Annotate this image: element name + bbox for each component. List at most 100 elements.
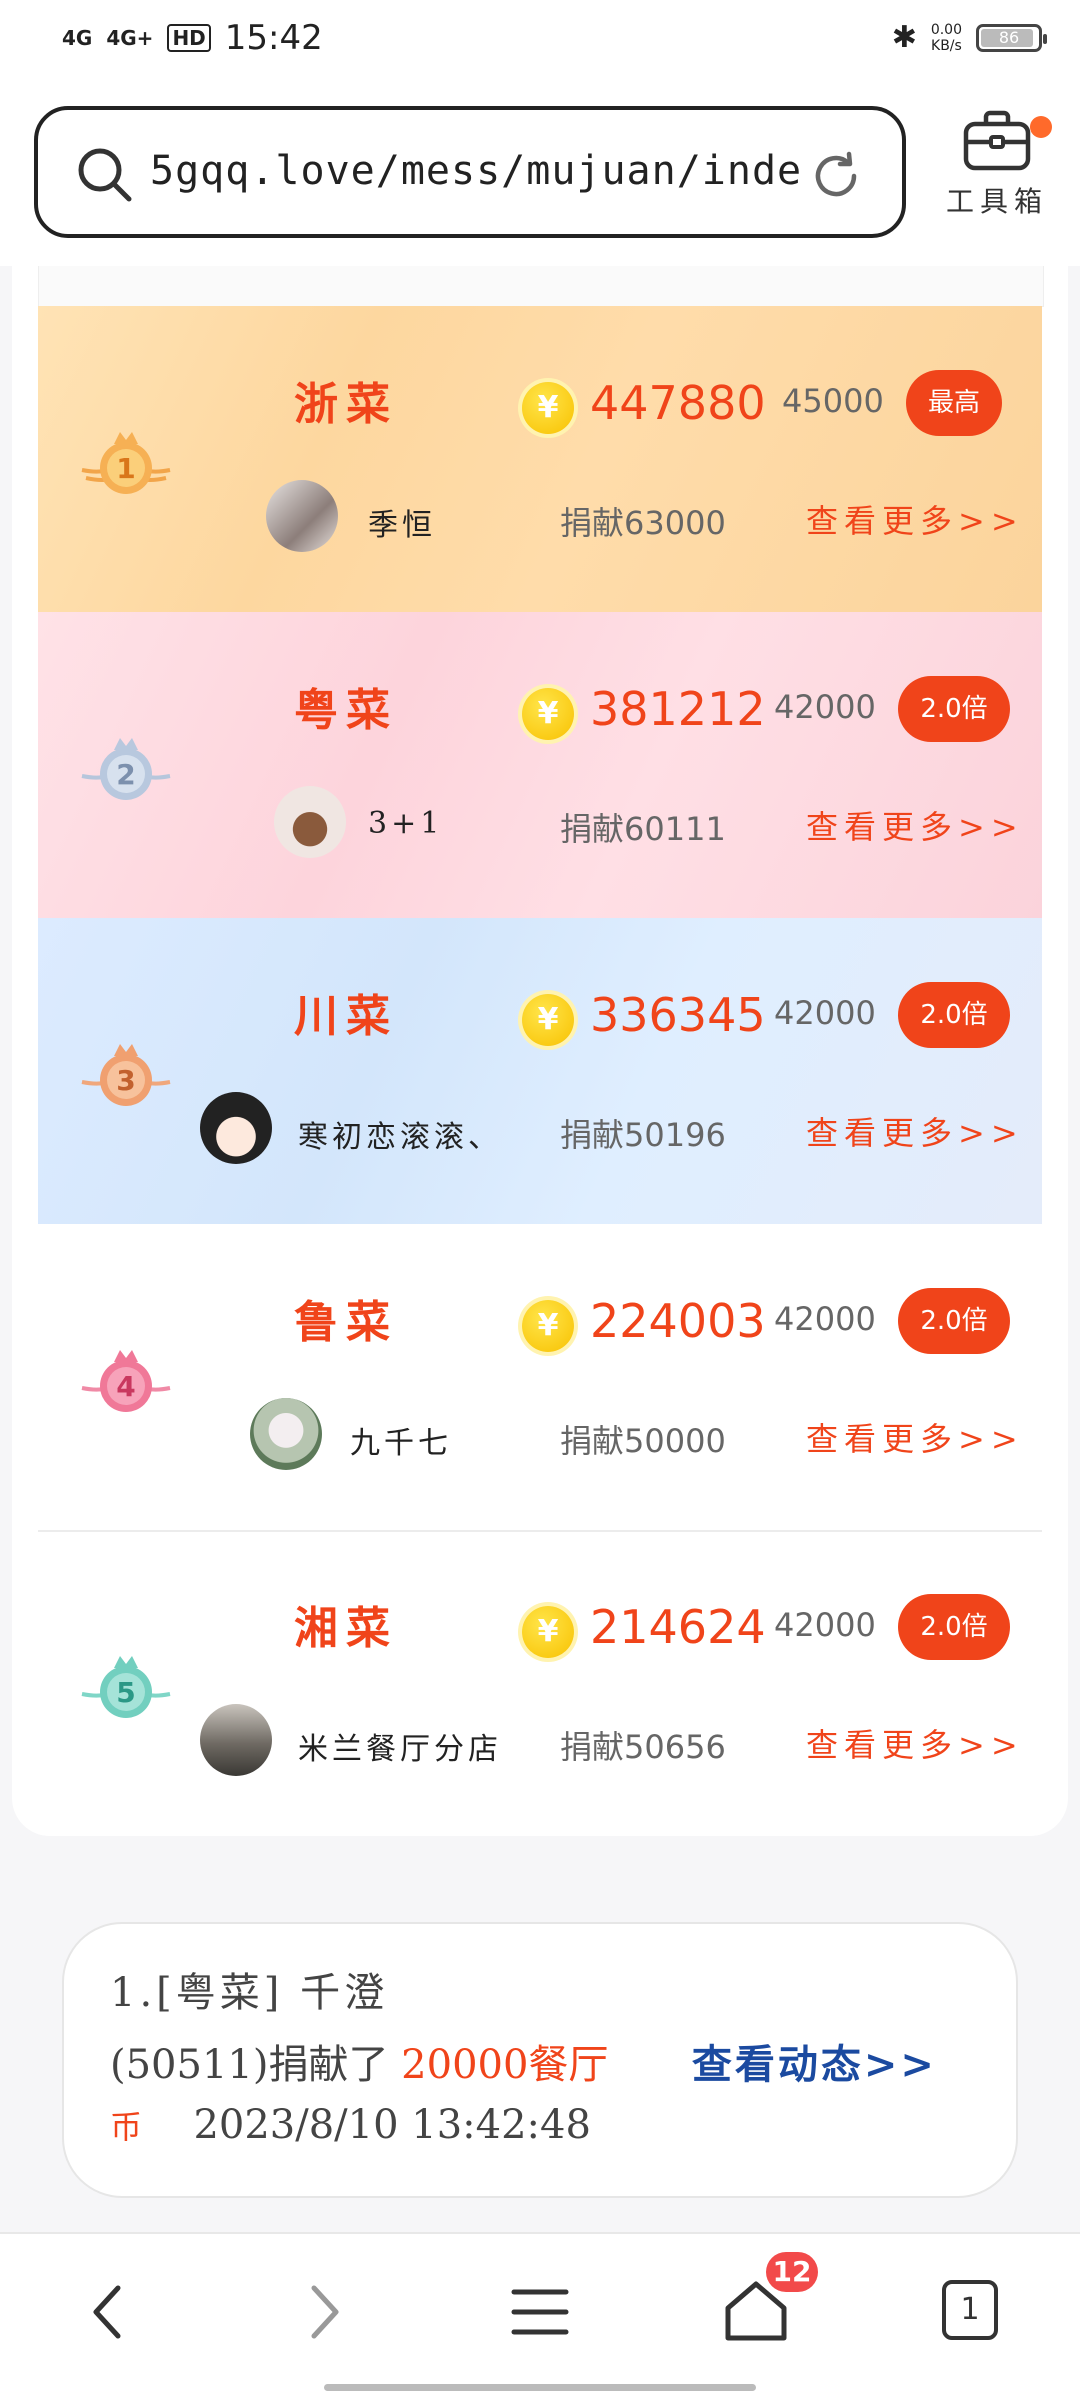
- avatar[interactable]: [274, 786, 346, 858]
- donor-name: 季恒: [368, 508, 436, 543]
- donor-name: 九千七: [350, 1426, 452, 1461]
- score: 381212: [590, 682, 766, 736]
- score: 336345: [590, 988, 766, 1042]
- row-divider: [38, 1530, 1042, 1532]
- view-more-link[interactable]: 查看更多>>: [806, 1720, 1024, 1766]
- rank-row-5: 5 湘菜 ¥ 214624 42000 2.0倍 米兰餐厅分店 捐献50656 …: [38, 1530, 1042, 1836]
- cuisine-name: 鲁菜: [294, 1297, 398, 1348]
- donor-name: 米兰餐厅分店: [298, 1732, 502, 1767]
- toolbox-icon: [963, 110, 1031, 171]
- search-icon: [78, 148, 132, 202]
- svg-text:3: 3: [116, 1064, 135, 1097]
- notification-dot: [1030, 116, 1052, 138]
- avatar[interactable]: [250, 1398, 322, 1470]
- status-badge: 最高: [906, 370, 1002, 436]
- donation-amount: 捐献50000: [560, 1422, 726, 1460]
- browser-toolbar: 5gqq.love/mess/mujuan/inde… 工具箱: [0, 80, 1080, 266]
- coin-icon: ¥: [522, 1606, 574, 1658]
- coin-icon: ¥: [522, 382, 574, 434]
- view-more-link[interactable]: 查看更多>>: [806, 802, 1024, 848]
- avatar[interactable]: [266, 480, 338, 552]
- multiplier-badge: 2.0倍: [898, 982, 1010, 1048]
- coin-icon: ¥: [522, 688, 574, 740]
- view-more-link[interactable]: 查看更多>>: [806, 496, 1024, 542]
- donation-amount: 捐献60111: [560, 810, 726, 848]
- clock: 15:42: [224, 18, 323, 58]
- bluetooth-icon: ✱: [891, 20, 917, 55]
- signal-4g-plus-icon: 4G+: [106, 26, 154, 50]
- network-speed: 0.00 KB/s: [931, 22, 962, 54]
- bottom-navigation: 12 1: [0, 2232, 1080, 2402]
- bid-amount: 45000: [782, 382, 884, 420]
- view-more-link[interactable]: 查看更多>>: [806, 1108, 1024, 1154]
- coin-icon: ¥: [522, 994, 574, 1046]
- svg-text:5: 5: [116, 1676, 135, 1709]
- bid-amount: 42000: [774, 994, 876, 1032]
- cuisine-name: 川菜: [294, 991, 398, 1042]
- rank-row-4: 4 鲁菜 ¥ 224003 42000 2.0倍 九千七 捐献50000 查看更…: [38, 1224, 1042, 1530]
- bid-amount: 42000: [774, 688, 876, 726]
- url-text[interactable]: 5gqq.love/mess/mujuan/inde…: [150, 148, 800, 194]
- medal-4-icon: 4: [81, 1350, 171, 1412]
- toolbox-label: 工具箱: [945, 185, 1048, 218]
- toolbox-button[interactable]: 工具箱: [932, 108, 1062, 238]
- donation-amount: 捐献63000: [560, 504, 726, 542]
- multiplier-badge: 2.0倍: [898, 1594, 1010, 1660]
- medal-5-icon: 5: [81, 1656, 171, 1718]
- speed-unit: KB/s: [931, 37, 962, 54]
- rank-row-3: 3 川菜 ¥ 336345 42000 2.0倍 寒初恋滚滚、 捐献50196 …: [38, 918, 1042, 1224]
- rank-row-1: 1 浙菜 ¥ 447880 45000 最高 季恒 捐献63000 查看更多>>: [38, 306, 1042, 612]
- speed-value: 0.00: [930, 21, 962, 38]
- activity-detail: (50511)捐献了 20000餐厅 查看动态>>: [110, 2032, 937, 2090]
- view-activity-link[interactable]: 查看动态>>: [692, 2041, 937, 2088]
- ranking-header-strip: [38, 266, 1044, 307]
- score: 224003: [590, 1294, 766, 1348]
- hd-voice-icon: HD: [167, 24, 211, 52]
- multiplier-badge: 2.0倍: [898, 676, 1010, 742]
- address-bar[interactable]: 5gqq.love/mess/mujuan/inde…: [34, 106, 906, 238]
- view-more-link[interactable]: 查看更多>>: [806, 1414, 1024, 1460]
- medal-2-icon: 2: [81, 738, 171, 800]
- menu-icon[interactable]: [500, 2272, 580, 2352]
- tabs-button[interactable]: 1: [932, 2272, 1012, 2352]
- coin-icon: ¥: [522, 1300, 574, 1352]
- cuisine-name: 湘菜: [294, 1603, 398, 1654]
- activity-amount: 20000餐厅: [401, 2042, 609, 2088]
- avatar[interactable]: [200, 1092, 272, 1164]
- back-icon[interactable]: [68, 2272, 148, 2352]
- donation-amount: 捐献50196: [560, 1116, 726, 1154]
- status-right: ✱ 0.00 KB/s 86: [891, 20, 1047, 55]
- donor-name: 寒初恋滚滚、: [298, 1120, 502, 1155]
- tab-count: 1: [942, 2280, 998, 2340]
- status-bar: 4G 4G+ HD 15:42 ✱ 0.00 KB/s 86: [0, 0, 1080, 80]
- multiplier-badge: 2.0倍: [898, 1288, 1010, 1354]
- medal-3-icon: 3: [81, 1044, 171, 1106]
- activity-timestamp: 2023/8/10 13:42:48: [193, 2102, 591, 2148]
- bid-amount: 42000: [774, 1300, 876, 1338]
- forward-icon[interactable]: [284, 2272, 364, 2352]
- battery-icon: 86: [976, 23, 1047, 52]
- bid-amount: 42000: [774, 1606, 876, 1644]
- home-indicator[interactable]: [324, 2384, 756, 2391]
- activity-donor-id: (50511)捐献了: [110, 2042, 402, 2088]
- donor-name: 3+1: [368, 806, 444, 841]
- avatar[interactable]: [200, 1704, 272, 1776]
- signal-4g-icon: 4G: [62, 26, 93, 50]
- activity-time-line: 币 2023/8/10 13:42:48: [110, 2102, 591, 2148]
- rank-row-2: 2 粤菜 ¥ 381212 42000 2.0倍 3+1 捐献60111 查看更…: [38, 612, 1042, 918]
- donation-amount: 捐献50656: [560, 1728, 726, 1766]
- svg-text:4: 4: [116, 1370, 135, 1403]
- medal-1-icon: 1: [81, 432, 171, 494]
- score: 447880: [590, 376, 766, 430]
- tabs-count-badge: 12: [766, 2252, 818, 2292]
- svg-text:1: 1: [116, 452, 135, 485]
- activity-title: 1.[粤菜] 千澄: [110, 1970, 389, 2016]
- activity-feed-card: 1.[粤菜] 千澄 (50511)捐献了 20000餐厅 查看动态>> 币 20…: [62, 1922, 1018, 2198]
- reload-icon[interactable]: [808, 148, 864, 204]
- svg-text:2: 2: [116, 758, 135, 791]
- status-left: 4G 4G+ HD 15:42: [62, 18, 323, 58]
- ranking-card: 1 浙菜 ¥ 447880 45000 最高 季恒 捐献63000 查看更多>>…: [12, 266, 1068, 1836]
- battery-level: 86: [998, 27, 1020, 47]
- activity-currency: 币: [110, 2108, 143, 2146]
- cuisine-name: 粤菜: [294, 685, 398, 736]
